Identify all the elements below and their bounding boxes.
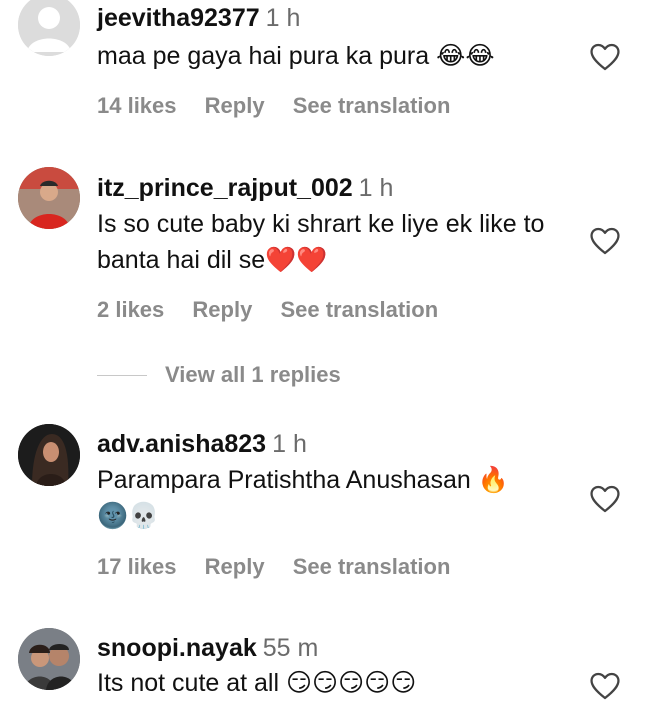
- comment-username[interactable]: snoopi.nayak 55 m: [97, 634, 318, 663]
- reply-button[interactable]: Reply: [205, 554, 265, 579]
- comment-username[interactable]: jeevitha92377 1 h: [97, 4, 300, 33]
- view-replies-label[interactable]: View all 1 replies: [165, 362, 341, 388]
- comment-text: Its not cute at all 😏😏😏😏😏: [97, 669, 417, 697]
- comment-text: Parampara Pratishtha Anushasan 🔥 🌚💀: [97, 466, 509, 530]
- avatar[interactable]: [18, 628, 80, 690]
- comment-text: maa pe gaya hai pura ka pura 😂😂: [97, 42, 495, 70]
- avatar[interactable]: [18, 167, 80, 229]
- comment-actions: 17 likes Reply See translation: [97, 554, 472, 580]
- comment-text: Is so cute baby ki shrart ke liye ek lik…: [97, 210, 545, 274]
- comment-time: 1 h: [272, 430, 307, 458]
- see-translation-button[interactable]: See translation: [293, 554, 451, 579]
- comment-time: 1 h: [265, 4, 301, 32]
- see-translation-button[interactable]: See translation: [280, 297, 438, 322]
- heart-outline-icon[interactable]: [588, 224, 622, 258]
- profile-photo-icon: [18, 628, 80, 690]
- comment-username[interactable]: itz_prince_rajput_002 1 h: [97, 174, 393, 203]
- comment-actions: 2 likes Reply See translation: [97, 297, 460, 323]
- reply-button[interactable]: Reply: [192, 297, 252, 322]
- avatar[interactable]: [18, 0, 80, 56]
- comment-time: 55 m: [262, 634, 319, 662]
- heart-outline-icon[interactable]: [588, 40, 622, 74]
- profile-photo-icon: [18, 167, 80, 229]
- avatar[interactable]: [18, 424, 80, 486]
- likes-count[interactable]: 17 likes: [97, 554, 177, 579]
- reply-button[interactable]: Reply: [205, 93, 265, 118]
- comment-time: 1 h: [358, 174, 394, 202]
- likes-count[interactable]: 2 likes: [97, 297, 164, 322]
- see-translation-button[interactable]: See translation: [293, 93, 451, 118]
- heart-outline-icon[interactable]: [588, 482, 622, 516]
- heart-outline-icon[interactable]: [588, 669, 622, 703]
- divider-line: [97, 375, 147, 376]
- default-avatar-icon: [18, 0, 80, 56]
- comment-actions: 14 likes Reply See translation: [97, 93, 472, 119]
- comment-username[interactable]: adv.anisha823 1 h: [97, 430, 307, 459]
- profile-photo-icon: [18, 424, 80, 486]
- likes-count[interactable]: 14 likes: [97, 93, 177, 118]
